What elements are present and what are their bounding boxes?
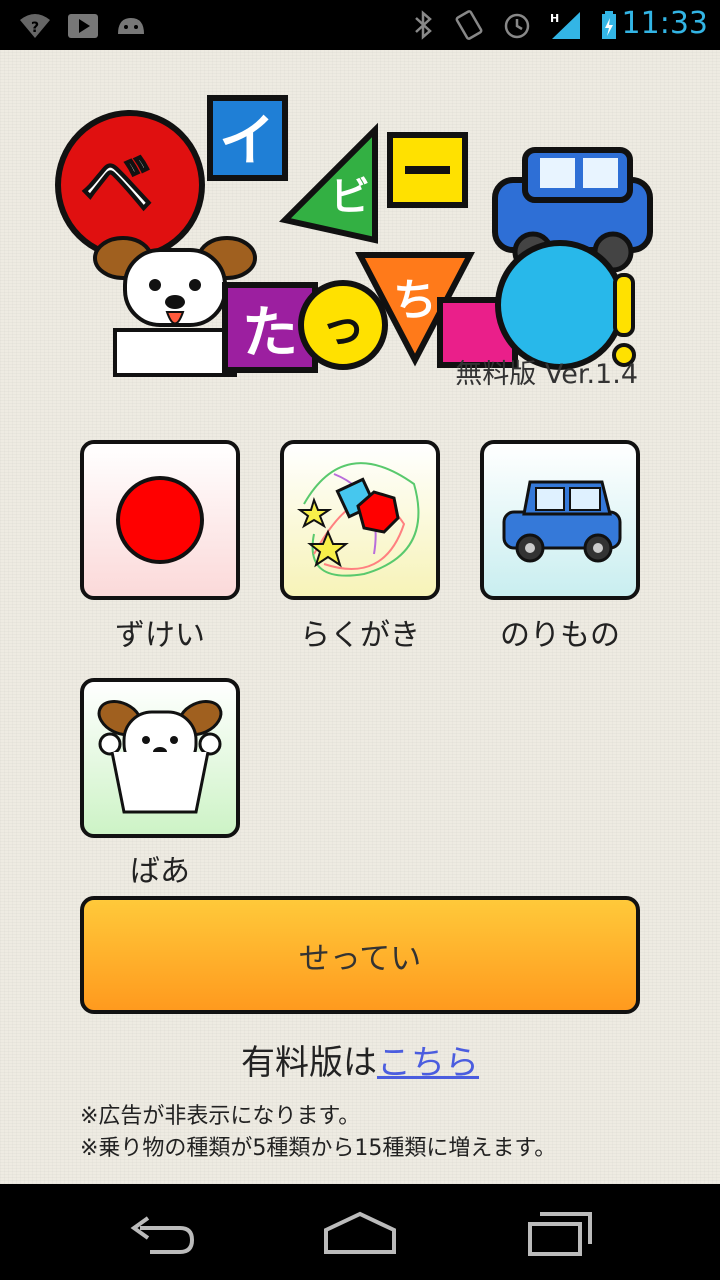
red-circle-icon — [116, 476, 204, 564]
svg-text:ち: ち — [393, 275, 437, 326]
app-screen: ベ イ ビ た っ ち 無料版 Ver.1.4 ずけい らくがき のりもの ばあ… — [0, 50, 720, 1184]
clock: 11:33 — [621, 6, 708, 41]
shapes-label: ずけい — [115, 618, 205, 653]
note-more-vehicles: ※乗り物の種類が5種類から15種類に増えます。 — [80, 1136, 557, 1161]
baby-touch-logo: ベ イ ビ た っ ち — [55, 95, 653, 377]
wifi-icon: ? — [20, 14, 50, 38]
peekaboo-label: ばあ — [130, 854, 190, 889]
svg-text:ベ: ベ — [81, 143, 153, 227]
paid-version-line: 有料版はこちら — [0, 1035, 720, 1084]
doodle-icon — [297, 462, 420, 577]
home-icon[interactable] — [320, 1206, 400, 1258]
svg-text:た: た — [242, 301, 298, 366]
paid-version-text: 有料版は — [241, 1043, 377, 1083]
navigation-bar — [0, 1184, 720, 1280]
bluetooth-icon — [415, 10, 432, 40]
car-icon — [502, 480, 622, 563]
android-icon — [118, 18, 144, 34]
signal-icon: H — [550, 12, 580, 39]
shapes-button[interactable] — [80, 440, 240, 600]
status-bar: ? H 11:33 — [0, 0, 720, 50]
vehicles-label: のりもの — [500, 618, 620, 653]
settings-label: せってい — [298, 940, 422, 977]
svg-text:ビ: ビ — [330, 174, 370, 220]
dog-icon — [97, 700, 223, 814]
svg-text:っ: っ — [321, 302, 365, 353]
doodle-button[interactable] — [280, 440, 440, 600]
alarm-icon — [504, 13, 530, 39]
recent-apps-icon[interactable] — [520, 1206, 600, 1258]
vehicles-button[interactable] — [480, 440, 640, 600]
settings-button[interactable]: せってい — [80, 896, 640, 1014]
back-icon[interactable] — [120, 1206, 200, 1258]
peekaboo-button[interactable] — [80, 678, 240, 838]
note-ads-hidden: ※広告が非表示になります。 — [80, 1104, 361, 1129]
svg-text:H: H — [550, 12, 559, 25]
play-store-icon — [68, 14, 98, 38]
svg-text:?: ? — [31, 20, 39, 36]
version-label: 無料版 Ver.1.4 — [455, 359, 638, 390]
paid-version-link[interactable]: こちら — [377, 1043, 479, 1083]
rotate-icon — [455, 10, 483, 40]
svg-text:イ: イ — [219, 109, 275, 174]
doodle-label: らくがき — [300, 618, 420, 653]
